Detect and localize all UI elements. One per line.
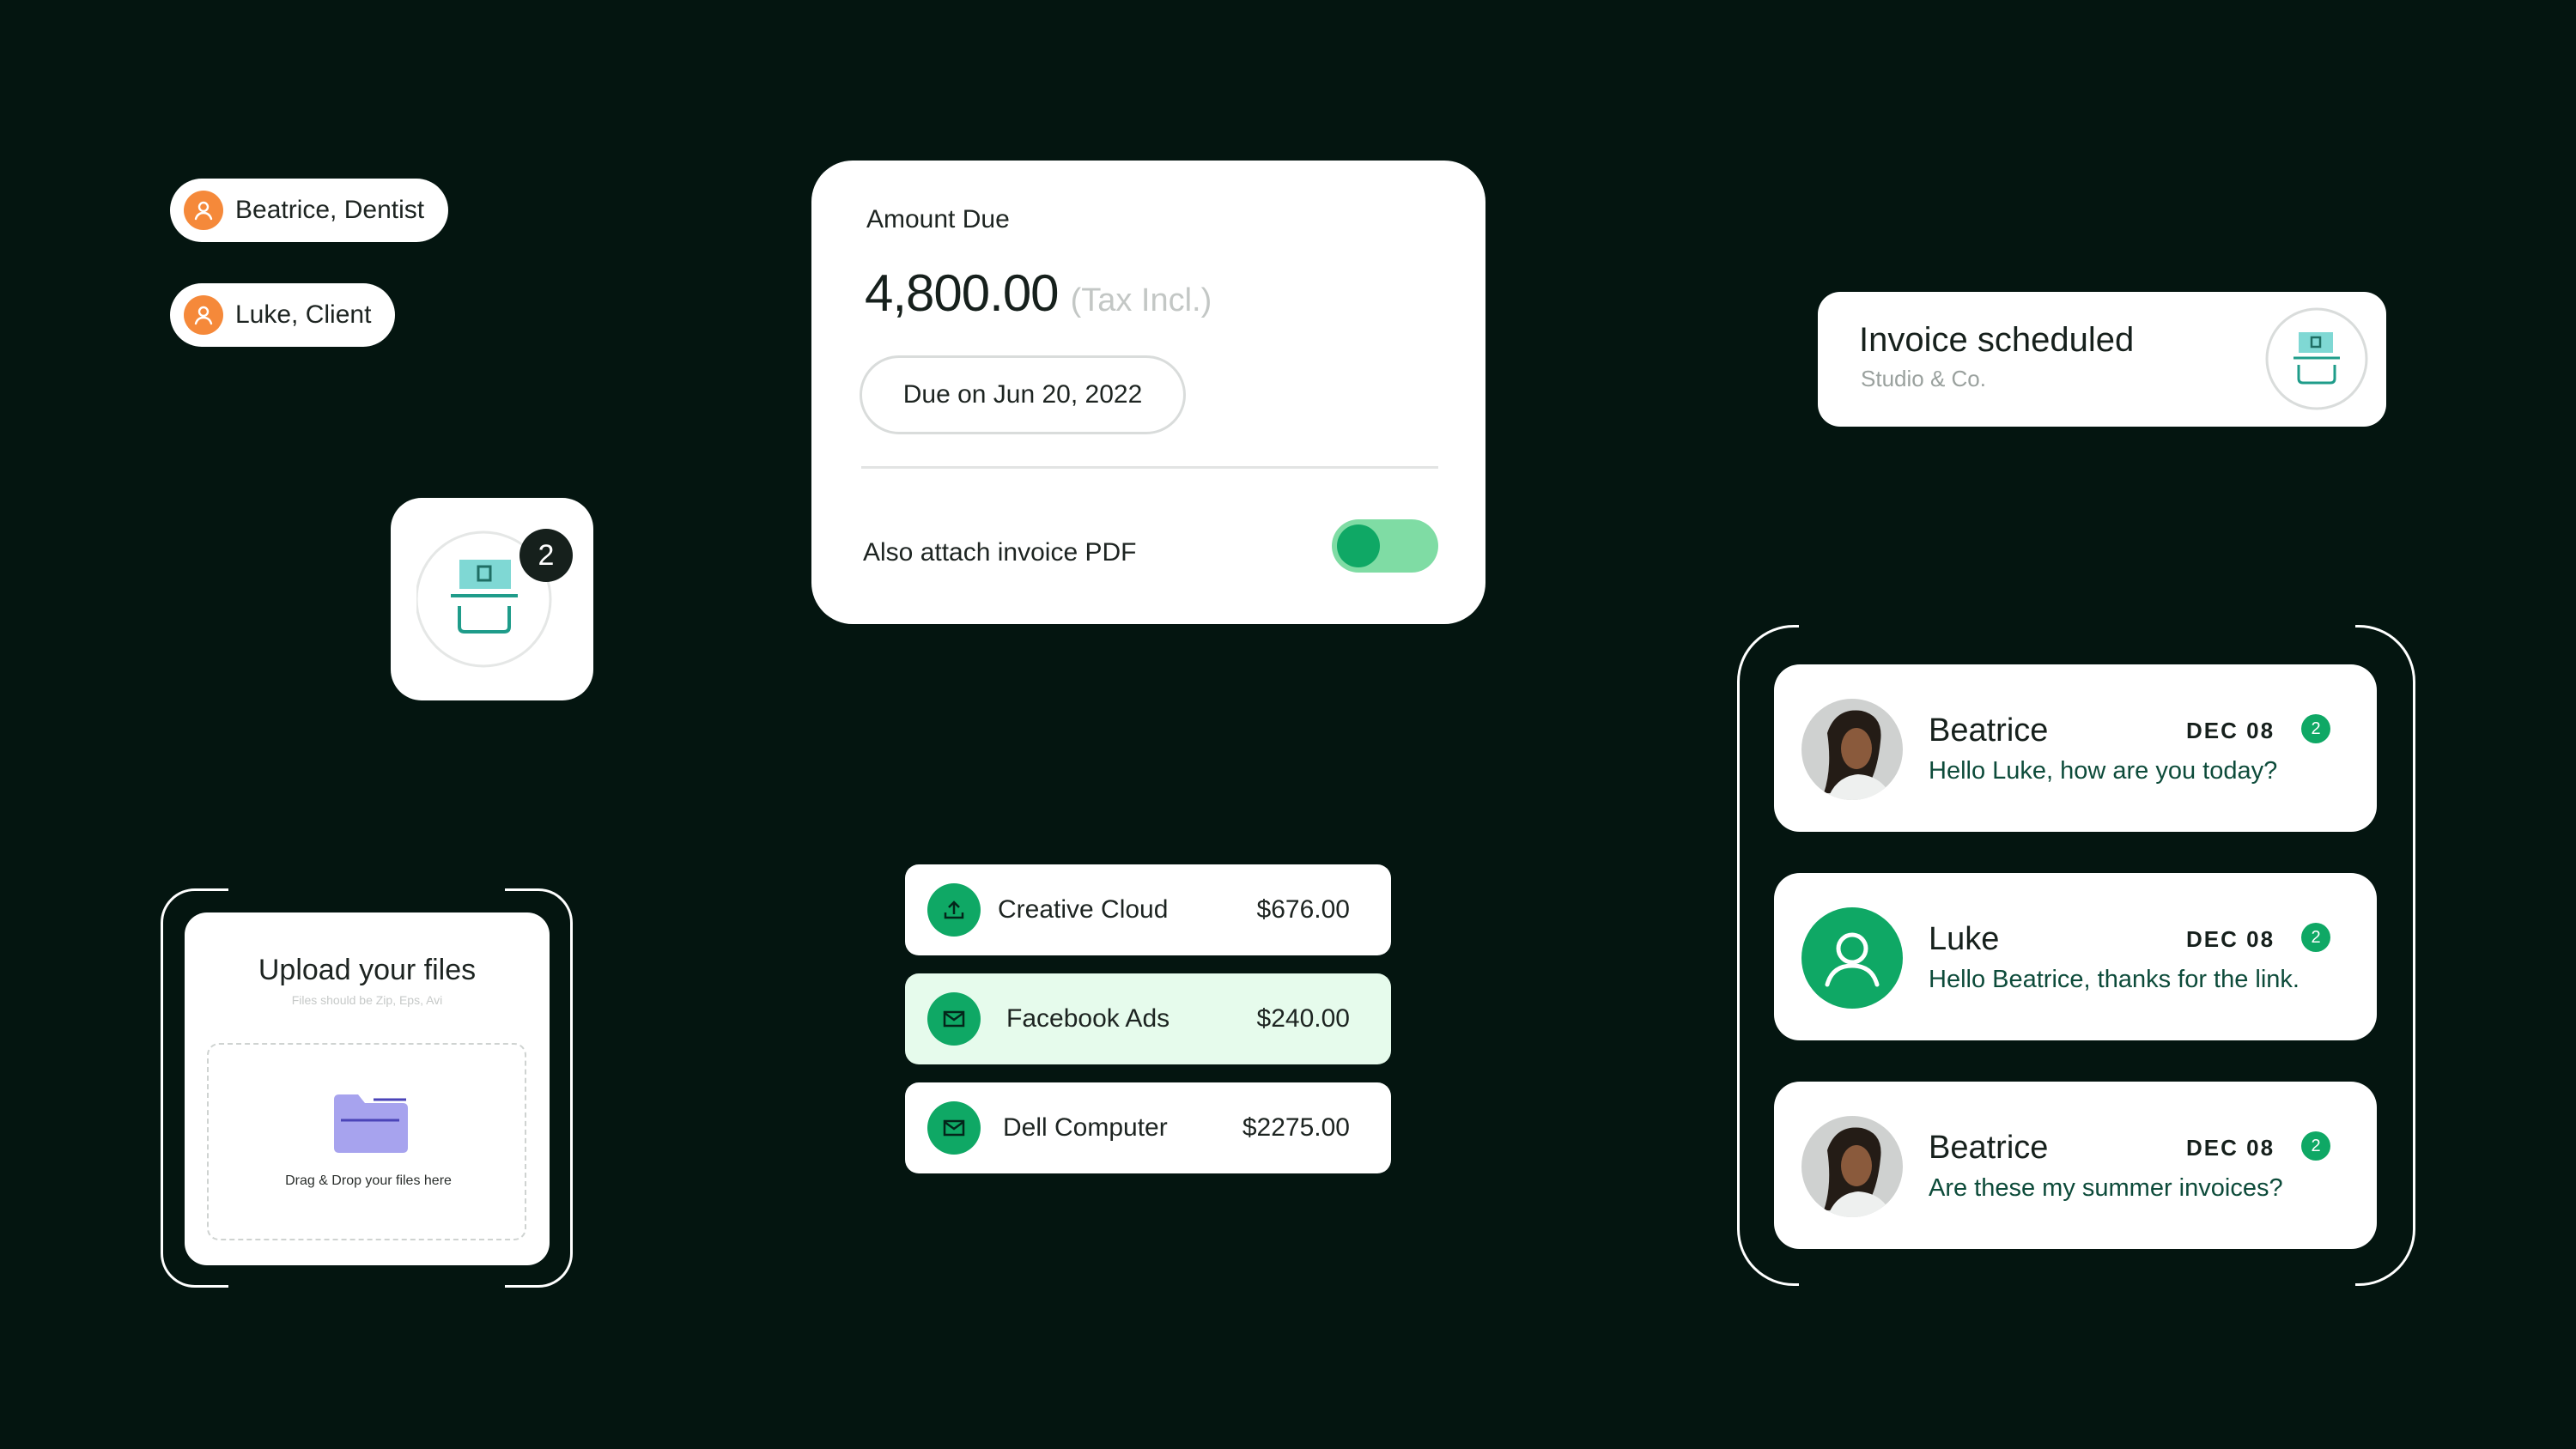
inbox-notification-card[interactable]: 2 [391, 498, 593, 700]
attach-pdf-label: Also attach invoice PDF [863, 538, 1137, 567]
amount-row: 4,800.00 (Tax Incl.) [865, 264, 1212, 323]
toggle-knob [1337, 524, 1380, 567]
message-date: DEC 08 [2186, 1135, 2275, 1161]
upload-subtitle: Files should be Zip, Eps, Avi [291, 993, 443, 1007]
inbox-tray-icon [2265, 307, 2368, 410]
contact-chip-beatrice[interactable]: Beatrice, Dentist [170, 179, 449, 242]
transaction-amount: $676.00 [1256, 895, 1350, 924]
transaction-amount: $240.00 [1256, 1004, 1350, 1033]
unread-count-badge: 2 [2301, 923, 2330, 952]
sender-name: Beatrice [1929, 1130, 2049, 1166]
scheduled-title: Invoice scheduled [1859, 321, 2135, 359]
bracket-gap [1799, 1277, 2355, 1294]
bracket-gap [228, 880, 505, 897]
user-icon [184, 295, 223, 335]
folder-icon [334, 1094, 408, 1153]
upload-card: Upload your files Files should be Zip, E… [185, 912, 550, 1265]
transaction-name: Creative Cloud [998, 895, 1169, 924]
transaction-name: Facebook Ads [1006, 1004, 1170, 1033]
amount-due-label: Amount Due [866, 205, 1010, 233]
bracket-gap [228, 1279, 505, 1296]
avatar [1801, 699, 1903, 800]
message-date: DEC 08 [2186, 718, 2275, 743]
transaction-name: Dell Computer [1003, 1113, 1168, 1142]
drop-zone-text: Drag & Drop your files here [285, 1173, 452, 1188]
invoice-scheduled-card[interactable]: Invoice scheduled Studio & Co. [1818, 292, 2386, 427]
chip-label: Luke, Client [235, 300, 372, 329]
transaction-row[interactable]: Facebook Ads $240.00 [905, 973, 1391, 1064]
amount-value: 4,800.00 [865, 264, 1060, 322]
message-item[interactable]: Beatrice DEC 08 2 Hello Luke, how are yo… [1774, 664, 2377, 832]
due-date-button[interactable]: Due on Jun 20, 2022 [860, 355, 1186, 434]
avatar [1801, 1116, 1903, 1217]
sender-name: Luke [1929, 921, 2000, 957]
attach-pdf-toggle[interactable] [1332, 519, 1438, 573]
amount-due-card: Amount Due 4,800.00 (Tax Incl.) Due on J… [811, 161, 1485, 624]
upload-title: Upload your files [258, 954, 477, 986]
message-item[interactable]: Beatrice DEC 08 2 Are these my summer in… [1774, 1082, 2377, 1249]
message-preview: Are these my summer invoices? [1929, 1174, 2283, 1202]
contact-chip-luke[interactable]: Luke, Client [170, 283, 396, 347]
message-preview: Hello Luke, how are you today? [1929, 757, 2278, 785]
message-date: DEC 08 [2186, 926, 2275, 952]
unread-count-badge: 2 [2301, 714, 2330, 743]
transaction-row[interactable]: Dell Computer $2275.00 [905, 1082, 1391, 1173]
user-icon [1801, 907, 1903, 1009]
notification-count-badge: 2 [519, 529, 573, 582]
divider [861, 466, 1438, 469]
tax-note: (Tax Incl.) [1070, 282, 1212, 318]
message-preview: Hello Beatrice, thanks for the link. [1929, 966, 2300, 993]
drop-zone[interactable]: Drag & Drop your files here [207, 1043, 526, 1240]
mail-icon [927, 1101, 981, 1155]
upload-icon [927, 883, 981, 937]
sender-name: Beatrice [1929, 712, 2049, 749]
scheduled-subtitle: Studio & Co. [1861, 366, 1986, 391]
transaction-row[interactable]: Creative Cloud $676.00 [905, 864, 1391, 955]
chip-label: Beatrice, Dentist [235, 196, 425, 224]
mail-icon [927, 992, 981, 1046]
bracket-gap [1799, 616, 2355, 634]
message-item[interactable]: Luke DEC 08 2 Hello Beatrice, thanks for… [1774, 873, 2377, 1040]
transaction-amount: $2275.00 [1242, 1113, 1350, 1142]
unread-count-badge: 2 [2301, 1131, 2330, 1161]
user-icon [184, 191, 223, 230]
